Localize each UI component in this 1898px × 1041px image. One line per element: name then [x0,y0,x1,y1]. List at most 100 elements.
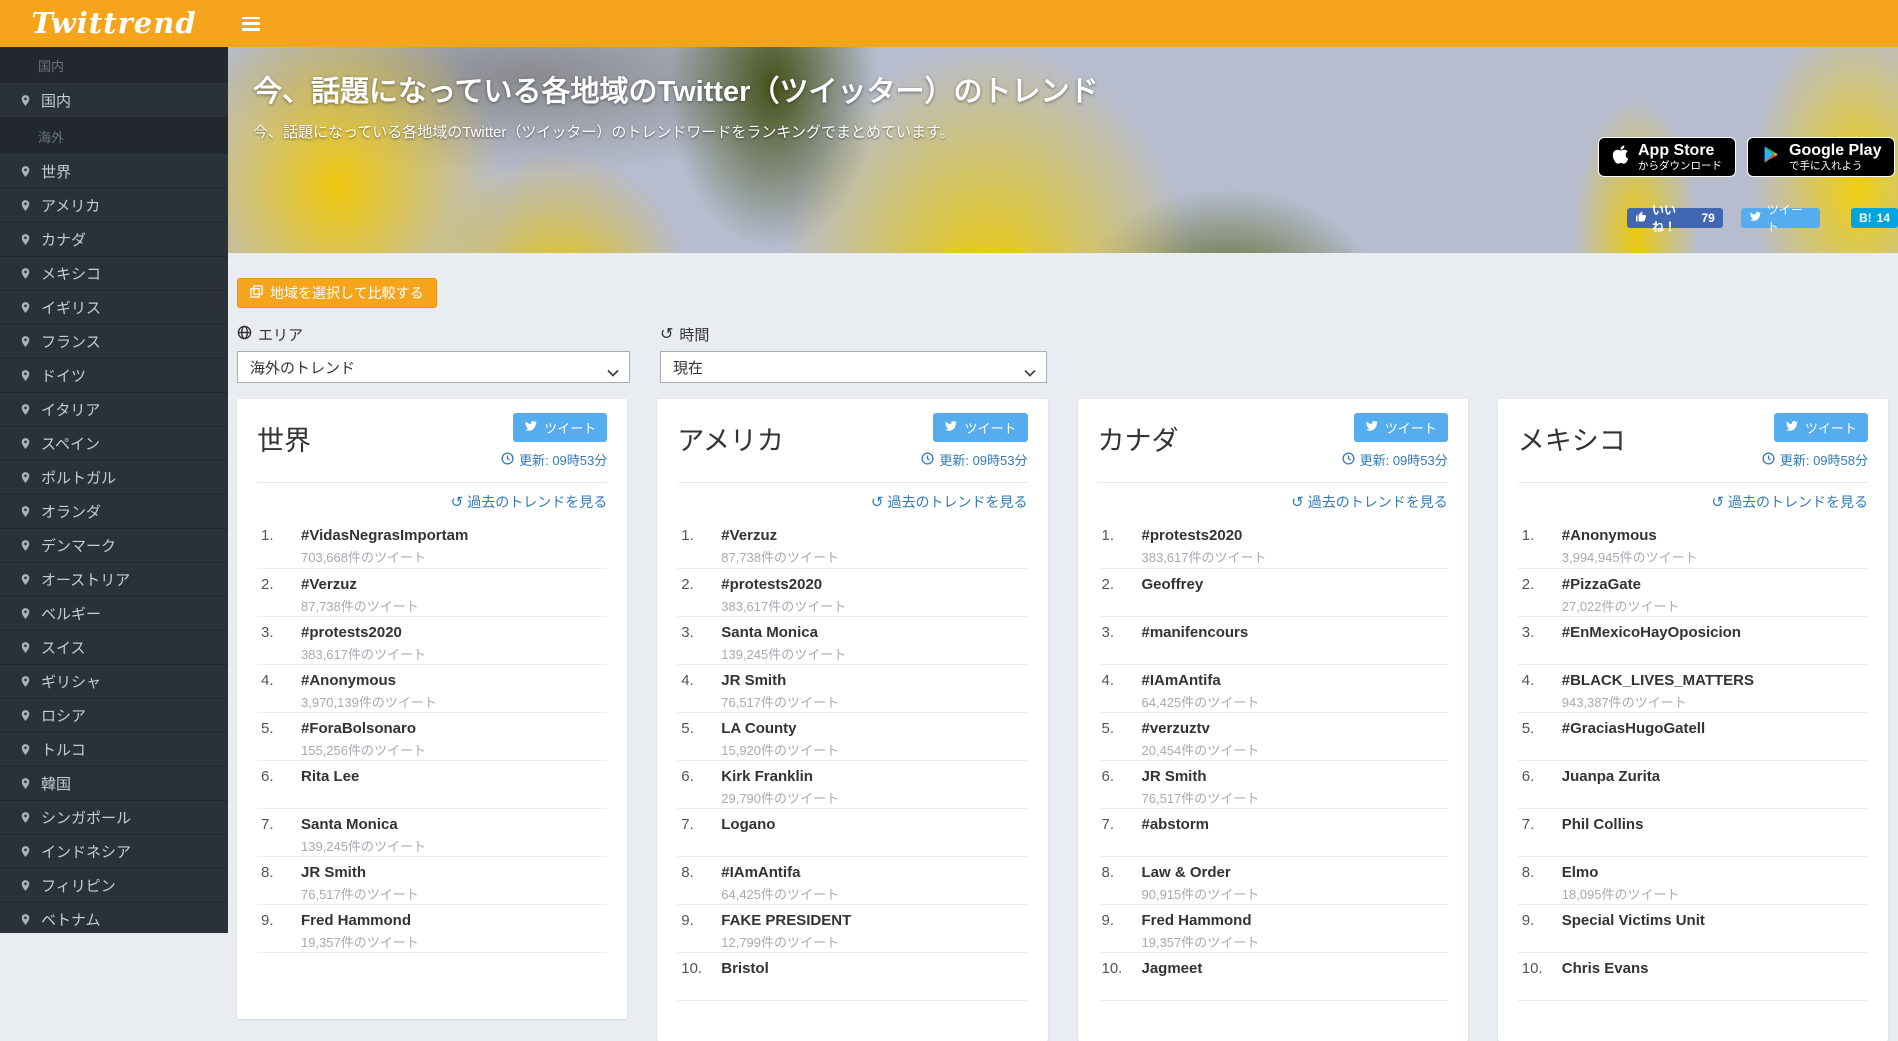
card-tweet-button[interactable]: ツイート [513,413,607,442]
trend-term-link[interactable]: Law & Order [1142,864,1260,881]
sidebar-item-label: ギリシャ [41,671,101,692]
sidebar-item-ベトナム[interactable]: ベトナム [0,903,228,933]
trend-term-link[interactable]: #Verzuz [721,527,839,544]
map-pin-icon [19,539,32,552]
app-store-badge[interactable]: App Store からダウンロード [1598,137,1736,177]
google-play-badge[interactable]: Google Play で手に入れよう [1747,137,1895,177]
sidebar-item-世界[interactable]: 世界 [0,155,228,189]
map-pin-icon [19,777,32,790]
time-select[interactable]: 現在 [660,351,1047,383]
trend-term-link[interactable]: #manifencours [1142,624,1249,641]
sidebar-item-国内[interactable]: 国内 [0,84,228,118]
sidebar-item-オーストリア[interactable]: オーストリア [0,563,228,597]
sidebar-item-ギリシャ[interactable]: ギリシャ [0,665,228,699]
past-trends-link[interactable]: ↺ 過去のトレンドを見る [257,492,607,512]
sidebar-item-スペイン[interactable]: スペイン [0,427,228,461]
trend-term-link[interactable]: JR Smith [1142,768,1260,785]
sidebar-item-インドネシア[interactable]: インドネシア [0,835,228,869]
hatena-b-icon: B! [1859,211,1872,225]
trend-term-link[interactable]: Phil Collins [1562,816,1644,833]
sidebar-item-フランス[interactable]: フランス [0,325,228,359]
trend-term-link[interactable]: Santa Monica [721,624,846,641]
sidebar-item-韓国[interactable]: 韓国 [0,767,228,801]
trend-term-link[interactable]: #protests2020 [1142,527,1267,544]
sidebar-item-label: ロシア [41,705,86,726]
trend-term-link[interactable]: Santa Monica [301,816,426,833]
trend-row: 4. JR Smith 76,517件のツイート [677,664,1027,712]
card-tweet-button[interactable]: ツイート [933,413,1027,442]
sidebar-item-ポルトガル[interactable]: ポルトガル [0,461,228,495]
trend-term-link[interactable]: Juanpa Zurita [1562,768,1660,785]
trend-row: 3. #protests2020 383,617件のツイート [257,616,607,664]
trend-row: 2. #Verzuz 87,738件のツイート [257,568,607,616]
trend-term-link[interactable]: #protests2020 [721,576,846,593]
past-trends-link[interactable]: ↺ 過去のトレンドを見る [1518,492,1868,512]
trend-rank: 4. [677,672,721,712]
card-tweet-button[interactable]: ツイート [1774,413,1868,442]
trend-term-link[interactable]: Bristol [721,960,769,977]
trend-term-link[interactable]: JR Smith [721,672,839,689]
sidebar-item-ロシア[interactable]: ロシア [0,699,228,733]
trend-term-link[interactable]: #VidasNegrasImportam [301,527,468,544]
trend-term-link[interactable]: #GraciasHugoGatell [1562,720,1705,737]
trend-term-link[interactable]: #ForaBolsonaro [301,720,426,737]
trend-term-link[interactable]: Geoffrey [1142,576,1204,593]
sidebar-item-ベルギー[interactable]: ベルギー [0,597,228,631]
card-tweet-button[interactable]: ツイート [1354,413,1448,442]
trend-tweet-count: 76,517件のツイート [1142,788,1260,807]
trend-term-link[interactable]: FAKE PRESIDENT [721,912,851,929]
trend-term-link[interactable]: #IAmAntifa [721,864,839,881]
app-logo[interactable]: Twittrend [0,0,228,47]
trend-row: 10. Bristol [677,952,1027,1000]
trend-term-link[interactable]: #BLACK_LIVES_MATTERS [1562,672,1754,689]
sidebar-item-メキシコ[interactable]: メキシコ [0,257,228,291]
area-select[interactable]: 海外のトレンド [237,351,630,383]
sidebar-item-デンマーク[interactable]: デンマーク [0,529,228,563]
trend-row: 8. Elmo 18,095件のツイート [1518,856,1868,904]
menu-icon[interactable] [242,17,260,31]
trend-term-link[interactable]: #EnMexicoHayOposicion [1562,624,1741,641]
tweet-share-button[interactable]: ツイート [1741,208,1820,228]
trend-term-link[interactable]: #Verzuz [301,576,419,593]
past-trends-link[interactable]: ↺ 過去のトレンドを見る [677,492,1027,512]
trend-term-link[interactable]: #verzuztv [1142,720,1260,737]
compare-label: 地域を選択して比較する [270,283,424,303]
trend-rank: 5. [677,720,721,760]
trend-term-link[interactable]: Special Victims Unit [1562,912,1705,929]
compare-regions-button[interactable]: 地域を選択して比較する [237,278,437,308]
map-pin-icon [19,233,32,246]
sidebar-item-トルコ[interactable]: トルコ [0,733,228,767]
sidebar-item-イタリア[interactable]: イタリア [0,393,228,427]
trend-term-link[interactable]: Jagmeet [1142,960,1203,977]
facebook-like-button[interactable]: いいね！ 79 [1627,208,1723,228]
past-trends-link[interactable]: ↺ 過去のトレンドを見る [1098,492,1448,512]
trend-term-link[interactable]: Fred Hammond [1142,912,1260,929]
trend-term-link[interactable]: #Anonymous [1562,527,1698,544]
sidebar-item-アメリカ[interactable]: アメリカ [0,189,228,223]
trend-row: 8. #IAmAntifa 64,425件のツイート [677,856,1027,904]
trend-term-link[interactable]: JR Smith [301,864,419,881]
hatena-bookmark-button[interactable]: B! 14 [1851,208,1898,228]
trend-term-link[interactable]: Kirk Franklin [721,768,839,785]
trend-term-link[interactable]: Fred Hammond [301,912,419,929]
twitter-bird-icon [1785,420,1799,435]
sidebar-item-シンガポール[interactable]: シンガポール [0,801,228,835]
trend-term-link[interactable]: LA County [721,720,839,737]
time-filter: ↺ 時間 現在 [660,324,1047,383]
time-select-value: 現在 [673,357,703,378]
sidebar-item-オランダ[interactable]: オランダ [0,495,228,529]
sidebar-item-イギリス[interactable]: イギリス [0,291,228,325]
trend-term-link[interactable]: #PizzaGate [1562,576,1680,593]
sidebar-item-カナダ[interactable]: カナダ [0,223,228,257]
trend-term-link[interactable]: #abstorm [1142,816,1210,833]
trend-term-link[interactable]: Elmo [1562,864,1680,881]
trend-term-link[interactable]: #protests2020 [301,624,426,641]
trend-term-link[interactable]: #Anonymous [301,672,437,689]
trend-term-link[interactable]: Logano [721,816,775,833]
trend-term-link[interactable]: Rita Lee [301,768,359,785]
sidebar-item-フィリピン[interactable]: フィリピン [0,869,228,903]
trend-term-link[interactable]: Chris Evans [1562,960,1649,977]
sidebar-item-スイス[interactable]: スイス [0,631,228,665]
sidebar-item-ドイツ[interactable]: ドイツ [0,359,228,393]
trend-term-link[interactable]: #IAmAntifa [1142,672,1260,689]
